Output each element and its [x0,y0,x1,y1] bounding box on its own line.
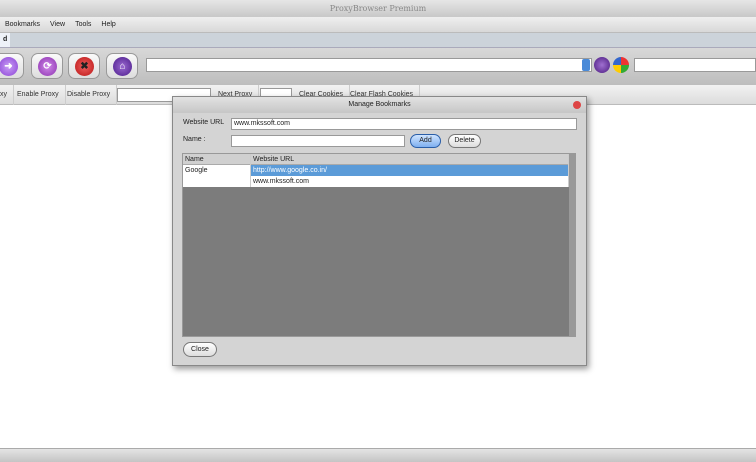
google-search-icon[interactable] [613,57,629,73]
manage-bookmarks-dialog: Manage Bookmarks Website URL www.mkssoft… [172,96,587,366]
tab-active[interactable]: d [0,33,11,47]
disable-proxy-button[interactable]: Disable Proxy [67,85,118,105]
table-row[interactable]: www.mkssoft.com [183,176,569,187]
forward-button[interactable]: ➜ [0,53,24,79]
cell-name [183,176,251,187]
table-row[interactable]: Google http://www.google.co.in/ [183,165,569,176]
table-scrollbar[interactable] [569,154,575,336]
name-label: Name : [183,136,206,143]
home-button[interactable]: ⌂ [106,53,138,79]
name-input[interactable] [231,135,405,147]
close-icon[interactable] [573,101,581,109]
address-bar[interactable] [146,58,592,72]
menu-bookmarks[interactable]: Bookmarks [0,17,45,33]
dialog-title: Manage Bookmarks [173,97,586,113]
cell-name: Google [183,165,251,176]
forward-icon: ➜ [0,57,18,76]
menu-view[interactable]: View [45,17,70,33]
search-input[interactable] [634,58,756,72]
stop-button[interactable]: ✖ [68,53,100,79]
menu-tools[interactable]: Tools [70,17,96,33]
bookmarks-table: Name Website URL Google http://www.googl… [182,153,576,337]
cell-url: http://www.google.co.in/ [251,165,569,176]
table-header: Name Website URL [183,154,569,165]
address-dropdown-icon[interactable] [582,59,590,71]
cell-url: www.mkssoft.com [251,176,569,187]
website-url-input[interactable]: www.mkssoft.com [231,118,577,130]
stop-icon: ✖ [75,57,94,76]
menu-bar: Bookmarks View Tools Help [0,17,756,33]
add-button[interactable]: Add [410,134,441,148]
home-icon: ⌂ [113,57,132,76]
status-bar [0,448,756,462]
menu-help[interactable]: Help [96,17,120,33]
column-header-url[interactable]: Website URL [251,154,569,165]
window-title: ProxyBrowser Premium [0,0,756,17]
column-header-name[interactable]: Name [183,154,251,165]
close-button[interactable]: Close [183,342,217,357]
refresh-icon: ⟳ [38,57,57,76]
refresh-button[interactable]: ⟳ [31,53,63,79]
website-url-label: Website URL [183,119,225,126]
proxy-button[interactable]: xy [0,85,14,105]
globe-icon[interactable] [594,57,610,73]
enable-proxy-button[interactable]: Enable Proxy [17,85,66,105]
delete-button[interactable]: Delete [448,134,481,148]
navigation-toolbar: ➜ ⟳ ✖ ⌂ [0,48,756,85]
tab-strip: d [0,33,756,48]
